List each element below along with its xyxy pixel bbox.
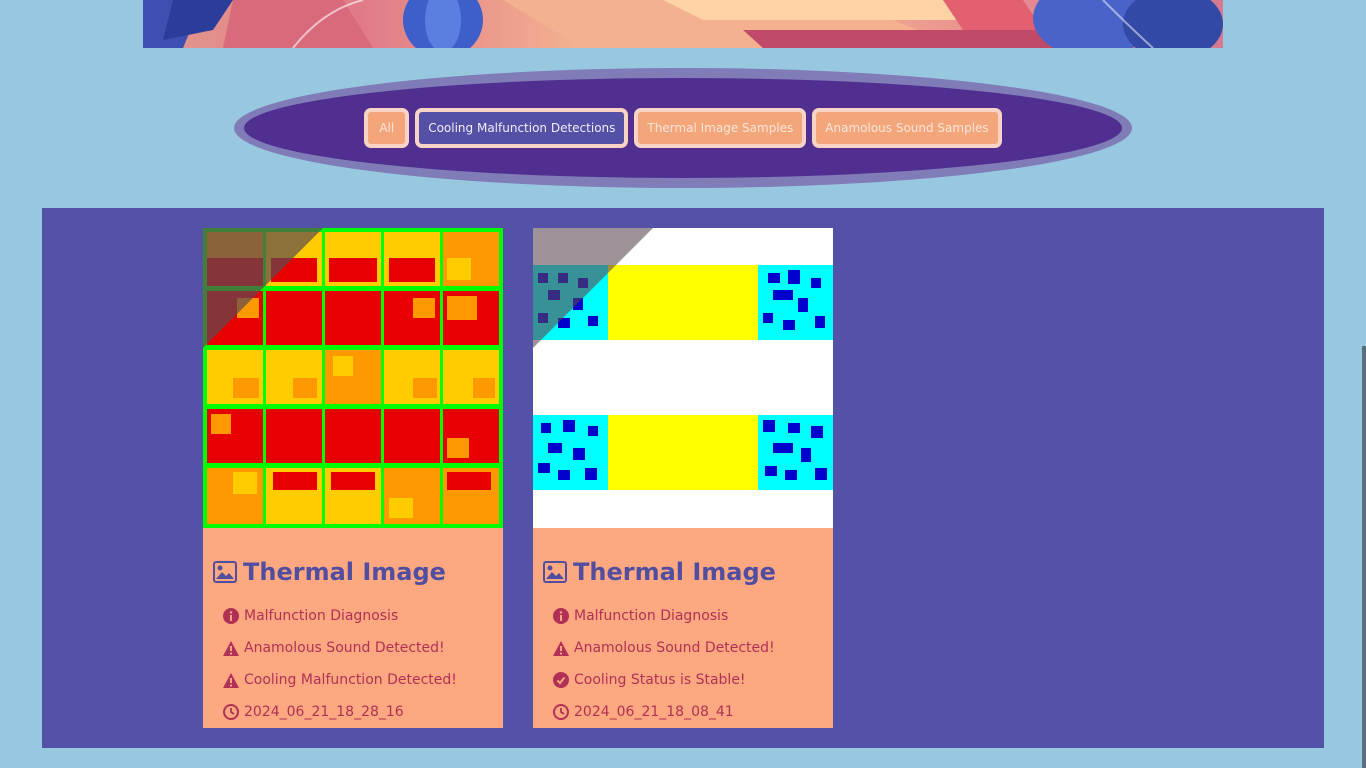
result-card[interactable]: Thermal Image Malfunction Diagnosis Anam… [203, 228, 503, 728]
filter-bar: All Cooling Malfunction Detections Therm… [234, 68, 1132, 188]
card-title: Thermal Image [213, 558, 446, 586]
thermal-image-thumbnail[interactable] [203, 228, 503, 528]
results-panel: Thermal Image Malfunction Diagnosis Anam… [42, 208, 1324, 748]
filter-cooling-malfunction-button[interactable]: Cooling Malfunction Detections [415, 108, 629, 148]
card-title-text: Thermal Image [243, 558, 446, 586]
info-circle-icon [223, 608, 239, 624]
status-sound: Anamolous Sound Detected! [553, 640, 775, 656]
filter-anomalous-sound-button[interactable]: Anamolous Sound Samples [812, 108, 1002, 148]
filter-all-button[interactable]: All [364, 108, 410, 148]
image-icon [543, 561, 567, 583]
filter-thermal-image-button[interactable]: Thermal Image Samples [634, 108, 807, 148]
warning-triangle-icon [553, 640, 569, 656]
image-icon [213, 561, 237, 583]
filter-button-group: All Cooling Malfunction Detections Therm… [244, 78, 1122, 178]
warning-triangle-icon [223, 672, 239, 688]
status-timestamp: 2024_06_21_18_08_41 [553, 704, 734, 720]
info-circle-icon [553, 608, 569, 624]
status-cooling: Cooling Malfunction Detected! [223, 672, 457, 688]
warning-triangle-icon [223, 640, 239, 656]
result-card[interactable]: Thermal Image Malfunction Diagnosis Anam… [533, 228, 833, 728]
status-diagnosis: Malfunction Diagnosis [553, 608, 728, 624]
status-timestamp: 2024_06_21_18_28_16 [223, 704, 404, 720]
card-title-text: Thermal Image [573, 558, 776, 586]
thermal-image-thumbnail[interactable] [533, 228, 833, 528]
card-title: Thermal Image [543, 558, 776, 586]
status-cooling: Cooling Status is Stable! [553, 672, 746, 688]
check-circle-icon [553, 672, 569, 688]
clock-icon [553, 704, 569, 720]
status-diagnosis: Malfunction Diagnosis [223, 608, 398, 624]
page-scrollbar[interactable] [1362, 346, 1366, 768]
status-sound: Anamolous Sound Detected! [223, 640, 445, 656]
header-banner-image [143, 0, 1223, 48]
clock-icon [223, 704, 239, 720]
